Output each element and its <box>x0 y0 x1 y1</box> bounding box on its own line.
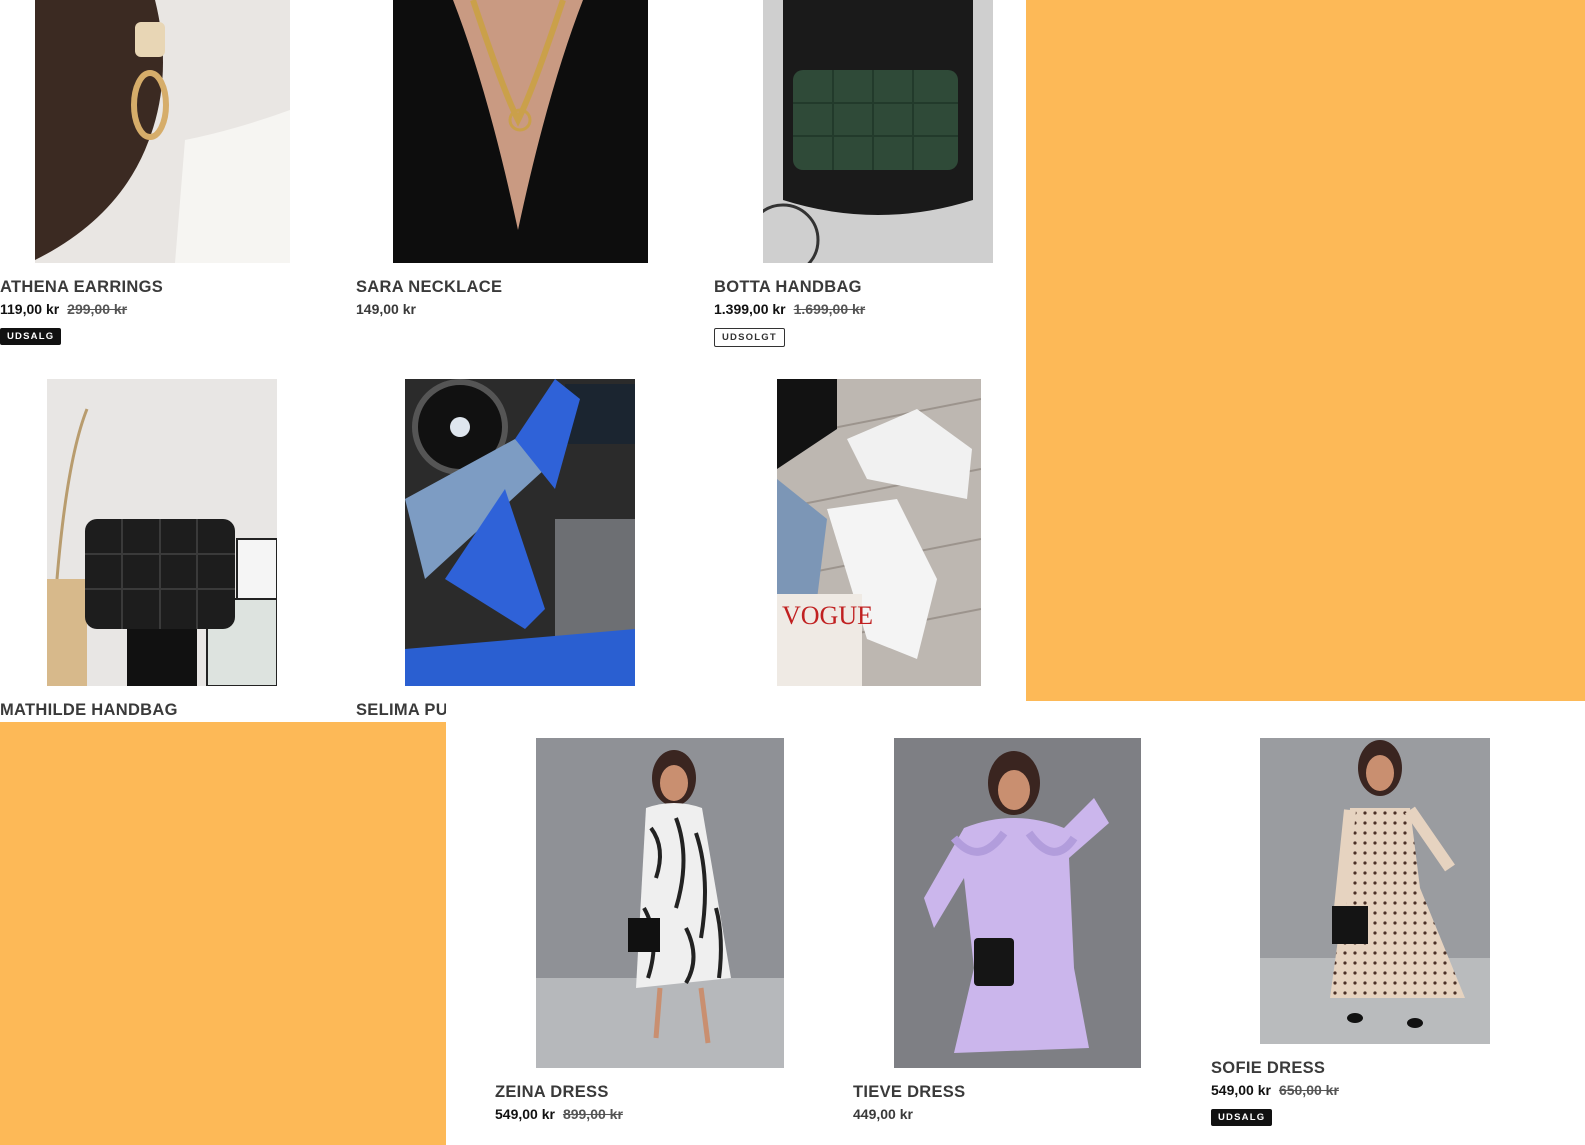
necklace-image[interactable] <box>393 0 648 263</box>
product-price: 149,00 kr <box>356 301 416 317</box>
lilac-dress-image[interactable] <box>894 738 1141 1068</box>
product-title[interactable]: BOTTA HANDBAG <box>714 278 862 297</box>
polka-dot-dress-image[interactable] <box>1260 738 1490 1044</box>
product-title[interactable]: ZEINA DRESS <box>495 1083 609 1102</box>
price: 149,00 kr <box>356 301 416 317</box>
sale-badge: UDSALG <box>1211 1109 1273 1126</box>
product-title[interactable]: SOFIE DRESS <box>1211 1059 1325 1078</box>
black-quilted-handbag-image[interactable] <box>47 379 277 686</box>
product-title[interactable]: SARA NECKLACE <box>356 278 502 297</box>
compare-price: 650,00 kr <box>1278 1082 1339 1098</box>
sale-price: 549,00 kr <box>495 1106 555 1122</box>
earring-image[interactable] <box>35 0 290 263</box>
product-price: 449,00 kr <box>853 1106 913 1122</box>
price: 1.399,00 kr <box>714 301 786 317</box>
compare-price: 299,00 kr <box>67 301 128 317</box>
product-title[interactable]: MATHILDE HANDBAG <box>0 701 178 720</box>
product-title[interactable]: SELIMA PU <box>356 701 448 720</box>
white-boots-image[interactable]: VOGUE <box>777 379 981 686</box>
product-title[interactable]: ATHENA EARRINGS <box>0 278 163 297</box>
zebra-dress-image[interactable] <box>536 738 784 1068</box>
green-handbag-image[interactable] <box>763 0 993 263</box>
page-fragment-divider <box>446 701 1026 722</box>
product-title[interactable]: TIEVE DRESS <box>853 1083 965 1102</box>
compare-price: 899,00 kr <box>562 1106 623 1122</box>
product-price: 119,00 kr 299,00 kr <box>0 301 127 317</box>
orange-background-left <box>0 722 446 1145</box>
sale-price: 549,00 kr <box>1211 1082 1271 1098</box>
orange-background-right <box>1026 0 1585 701</box>
sold-out-badge: UDSOLGT <box>714 328 785 347</box>
product-price: 549,00 kr 650,00 kr <box>1211 1082 1339 1098</box>
price: 449,00 kr <box>853 1106 913 1122</box>
svg-text:VOGUE: VOGUE <box>782 601 873 630</box>
sale-price: 119,00 kr <box>0 301 60 317</box>
sale-badge: UDSALG <box>0 328 62 345</box>
blue-pumps-image[interactable] <box>405 379 635 686</box>
product-price: 549,00 kr 899,00 kr <box>495 1106 623 1122</box>
compare-price: 1.699,00 kr <box>793 301 866 317</box>
product-price: 1.399,00 kr 1.699,00 kr <box>714 301 865 317</box>
